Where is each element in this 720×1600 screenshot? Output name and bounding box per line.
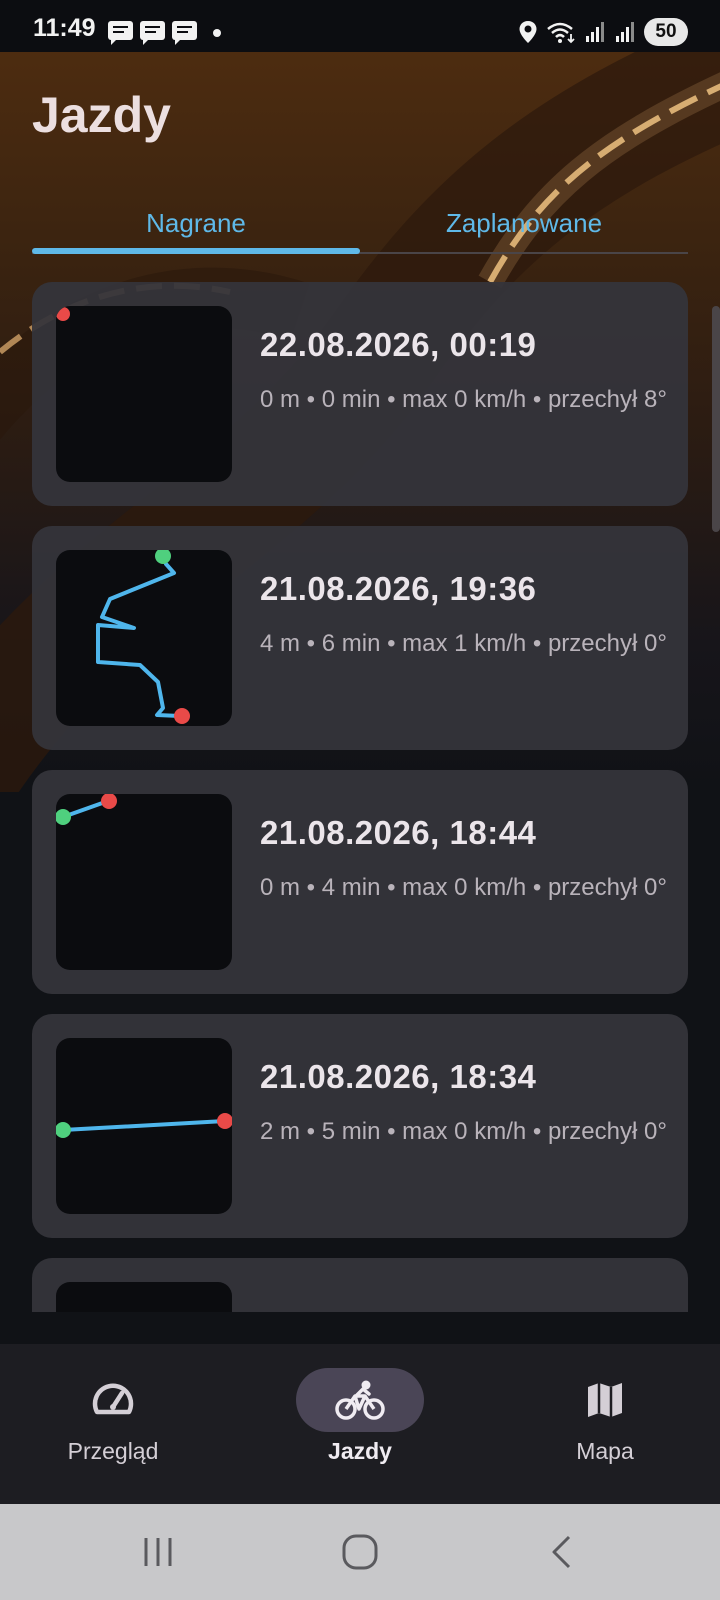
ride-date: 21.08.2026, 18:34 (260, 1058, 537, 1095)
ride-card-partial[interactable] (32, 1258, 688, 1312)
nav-map-label: Mapa (576, 1438, 634, 1464)
route-map (56, 1113, 232, 1138)
message-icon (140, 21, 165, 45)
ride-list[interactable]: 22.08.2026, 00:19 0 m • 0 min • max 0 km… (32, 282, 688, 1312)
system-navigation-bar (0, 1504, 720, 1600)
status-icons: 50 (518, 18, 688, 46)
route-line (61, 1119, 227, 1132)
notification-icons (108, 21, 197, 45)
tab-lines (32, 52, 688, 312)
ride-card[interactable]: 21.08.2026, 18:34 2 m • 5 min • max 0 km… (32, 1014, 688, 1238)
route-thumbnail (56, 794, 232, 970)
end-marker (217, 1113, 232, 1129)
more-notifications-dot (213, 29, 221, 37)
home-icon (342, 1534, 378, 1570)
signal-icon (586, 22, 604, 42)
ride-stats: 4 m • 6 min • max 1 km/h • przechył 0° (260, 630, 667, 657)
ride-date: 22.08.2026, 00:19 (260, 326, 537, 363)
wifi-icon (547, 22, 575, 44)
nav-rides[interactable]: Jazdy (260, 1368, 460, 1478)
nav-overview[interactable]: Przegląd (13, 1368, 213, 1478)
speedometer-icon (92, 1383, 134, 1415)
scrollbar-thumb[interactable] (712, 306, 720, 532)
signal-icon (616, 22, 634, 42)
nav-overview-label: Przegląd (67, 1438, 159, 1464)
ride-card[interactable]: 21.08.2026, 19:36 4 m • 6 min • max 1 km… (32, 526, 688, 750)
recent-apps-button[interactable] (128, 1526, 188, 1578)
end-marker (101, 794, 117, 809)
ride-stats: 2 m • 5 min • max 0 km/h • przechył 0° (260, 1118, 667, 1145)
map-icon (588, 1383, 622, 1417)
end-marker (56, 307, 70, 321)
end-marker (174, 708, 190, 724)
tab-active-indicator (32, 248, 360, 254)
bicycle-icon (335, 1380, 385, 1420)
ride-date: 21.08.2026, 19:36 (260, 570, 537, 607)
route-map (96, 550, 190, 724)
route-map (56, 307, 70, 321)
route-thumbnail (56, 1282, 232, 1312)
nav-map[interactable]: Mapa (505, 1368, 705, 1478)
recent-apps-icon (144, 1538, 172, 1566)
location-icon (519, 21, 537, 43)
message-icon (172, 21, 197, 45)
ride-stats: 0 m • 0 min • max 0 km/h • przechył 8° (260, 386, 667, 413)
battery-indicator: 50 (644, 18, 688, 46)
screen: 11:49 50 Jazdy Nagrane Zaplanowane 22.08… (0, 0, 720, 1600)
home-button[interactable] (330, 1526, 390, 1578)
route-line (96, 554, 182, 718)
ride-date: 21.08.2026, 18:44 (260, 814, 537, 851)
start-marker (155, 550, 171, 564)
start-marker (56, 809, 71, 825)
status-time: 11:49 (33, 14, 96, 42)
route-map (56, 794, 117, 825)
ride-card[interactable]: 21.08.2026, 18:44 0 m • 4 min • max 0 km… (32, 770, 688, 994)
nav-map-pill (541, 1368, 669, 1432)
message-icon (108, 21, 133, 45)
status-bar: 11:49 50 (0, 0, 720, 52)
ride-stats: 0 m • 4 min • max 0 km/h • przechył 0° (260, 874, 667, 901)
nav-rides-label: Jazdy (328, 1438, 392, 1464)
nav-rides-pill (296, 1368, 424, 1432)
back-button[interactable] (532, 1526, 592, 1578)
bottom-navigation: Przegląd Jazdy Mapa (0, 1344, 720, 1504)
start-marker (56, 1122, 71, 1138)
route-thumbnail (56, 306, 232, 482)
nav-overview-pill (49, 1368, 177, 1432)
route-thumbnail (56, 550, 232, 726)
back-icon (552, 1535, 571, 1569)
ride-card[interactable]: 22.08.2026, 00:19 0 m • 0 min • max 0 km… (32, 282, 688, 506)
route-thumbnail (56, 1038, 232, 1214)
